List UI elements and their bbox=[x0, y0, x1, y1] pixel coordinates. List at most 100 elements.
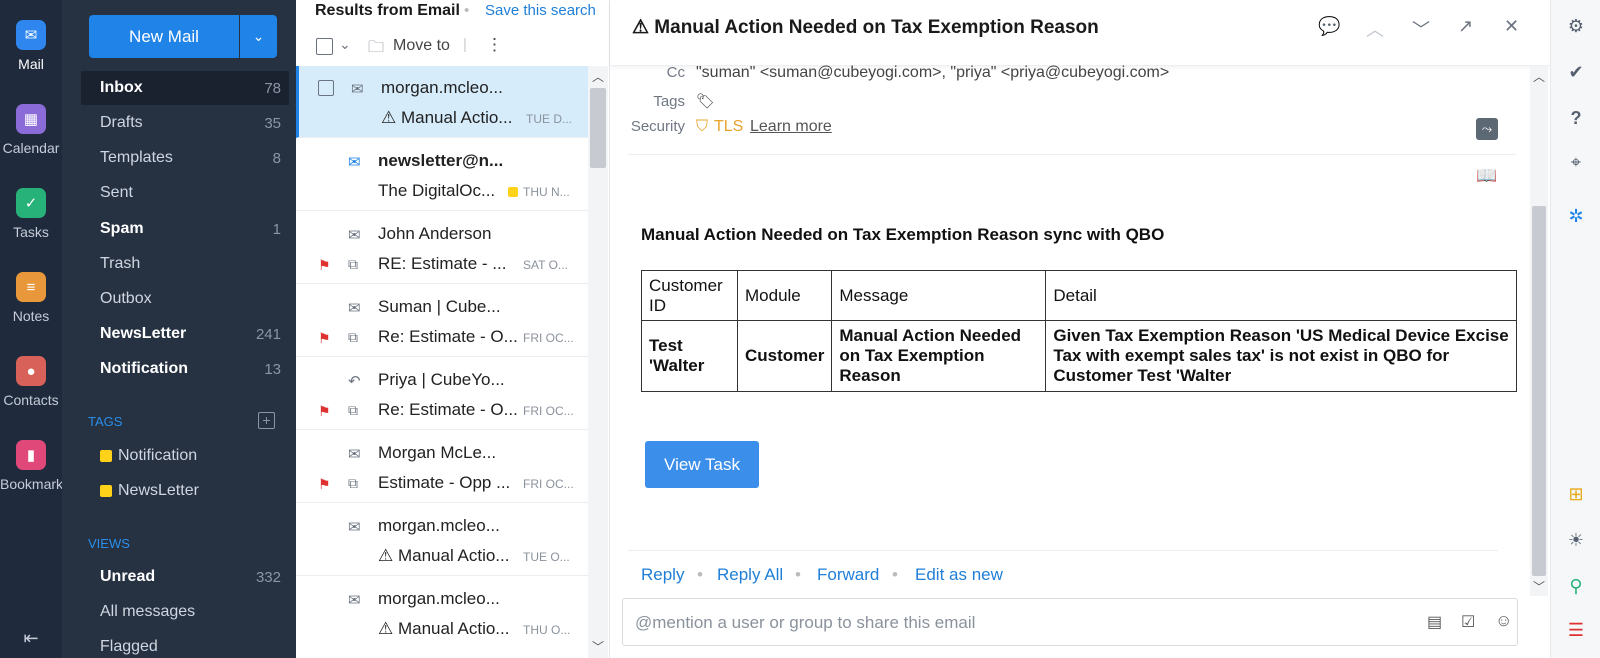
previous-icon[interactable]: ︿ bbox=[1366, 16, 1384, 42]
folder-label: Spam bbox=[100, 220, 144, 237]
separator-dot: • bbox=[464, 2, 470, 19]
emoji-icon[interactable]: ☺ bbox=[1495, 611, 1512, 631]
list-item[interactable]: ✉ morgan.mcleo... ⚠ Manual Actio... THU … bbox=[296, 577, 588, 649]
scroll-thumb[interactable] bbox=[590, 88, 606, 168]
folder-count: 241 bbox=[255, 325, 281, 343]
task-icon[interactable]: ☑ bbox=[1461, 612, 1475, 632]
cursor-icon[interactable]: ⌖ bbox=[1551, 152, 1600, 173]
tag-label: Notification bbox=[118, 447, 198, 464]
share-icon[interactable]: ⤳ bbox=[1476, 118, 1498, 140]
view-task-button[interactable]: View Task bbox=[645, 441, 759, 488]
next-icon[interactable]: ﹀ bbox=[1412, 16, 1430, 42]
tasks-icon: ✓ bbox=[16, 188, 46, 218]
reader-mode-icon[interactable]: 📖 bbox=[1476, 166, 1497, 186]
scroll-thumb[interactable] bbox=[1532, 206, 1546, 576]
popout-icon[interactable]: ↗ bbox=[1458, 16, 1473, 37]
scroll-down-icon[interactable]: ﹀ bbox=[592, 638, 604, 655]
template-icon[interactable]: ▤ bbox=[1427, 612, 1442, 632]
list-item[interactable]: ✉ Morgan McLe... ⚑ ⧉ Estimate - Opp ... … bbox=[296, 431, 588, 503]
folder-newsletter[interactable]: NewsLetter 241 bbox=[81, 317, 289, 351]
table-header: Module bbox=[736, 270, 833, 321]
rail-bookmarks[interactable]: ▮ Bookmarks bbox=[0, 440, 70, 492]
move-to-button[interactable]: Move to bbox=[393, 37, 450, 55]
subject: Re: Estimate - O... bbox=[378, 400, 518, 419]
folder-spam[interactable]: Spam 1 bbox=[81, 212, 289, 246]
cc-label: Cc bbox=[666, 64, 685, 81]
check-mark-icon[interactable]: ✔ bbox=[1551, 62, 1600, 83]
plugin-icon[interactable]: ⚲ bbox=[1551, 576, 1600, 597]
add-tag-icon[interactable]: + bbox=[258, 412, 275, 429]
view-all-messages[interactable]: All messages bbox=[81, 595, 289, 629]
sticky-note-icon[interactable]: ⊞ bbox=[1551, 484, 1600, 505]
tags-section-label: TAGS bbox=[88, 414, 123, 429]
notes-icon: ≡ bbox=[16, 272, 46, 302]
folder-outbox[interactable]: Outbox bbox=[81, 282, 289, 316]
table-cell: Test 'Walter bbox=[641, 320, 738, 392]
list-item[interactable]: ✉ morgan.mcleo... ⚠ Manual Actio... TUE … bbox=[296, 66, 588, 138]
more-options-icon[interactable]: ⋮ bbox=[486, 35, 503, 55]
tag-icon[interactable]: 🏷 bbox=[696, 92, 715, 110]
cc-value[interactable]: "suman" <suman@cubeyogi.com>, "priya" <p… bbox=[696, 64, 1169, 82]
folder-notification[interactable]: Notification 13 bbox=[81, 352, 289, 386]
feedback-icon[interactable]: ☰ bbox=[1551, 620, 1600, 641]
select-all-checkbox[interactable] bbox=[316, 38, 333, 55]
list-item[interactable]: ↶ Priya | CubeYo... ⚑ ⧉ Re: Estimate - O… bbox=[296, 358, 588, 430]
list-scrollbar[interactable]: ︿ ﹀ bbox=[588, 66, 608, 658]
close-icon[interactable]: ✕ bbox=[1504, 16, 1519, 37]
rail-tasks[interactable]: ✓ Tasks bbox=[0, 188, 62, 240]
ai-assistant-icon[interactable]: ✲ bbox=[1551, 206, 1600, 227]
list-item[interactable]: ✉ morgan.mcleo... ⚠ Manual Actio... TUE … bbox=[296, 504, 588, 576]
flag-icon[interactable]: ⚑ bbox=[318, 476, 331, 493]
table-cell: Customer bbox=[736, 320, 833, 392]
flag-icon[interactable]: ⚑ bbox=[318, 330, 331, 347]
tag-newsletter[interactable]: NewsLetter bbox=[81, 474, 289, 508]
comment-icon[interactable]: 💬 bbox=[1318, 16, 1340, 37]
table-header-row: Customer ID Module Message Detail bbox=[641, 270, 1517, 321]
tag-notification[interactable]: Notification bbox=[81, 439, 289, 473]
list-item[interactable]: ✉ John Anderson ⚑ ⧉ RE: Estimate - ... S… bbox=[296, 212, 588, 284]
share-comment-field[interactable]: @mention a user or group to share this e… bbox=[622, 598, 1518, 646]
list-item[interactable]: ✉ Suman | Cube... ⚑ ⧉ Re: Estimate - O..… bbox=[296, 285, 588, 357]
rail-notes[interactable]: ≡ Notes bbox=[0, 272, 62, 324]
reading-pane: ⚠ Manual Action Needed on Tax Exemption … bbox=[610, 0, 1550, 658]
rail-contacts[interactable]: ● Contacts bbox=[0, 356, 62, 408]
select-dropdown-chevron-icon[interactable]: ⌄ bbox=[339, 36, 351, 53]
sender: Morgan McLe... bbox=[378, 443, 497, 462]
reply-all-link[interactable]: Reply All bbox=[717, 565, 783, 585]
reply-link[interactable]: Reply bbox=[641, 565, 684, 585]
view-flagged[interactable]: Flagged bbox=[81, 630, 289, 658]
view-unread[interactable]: Unread 332 bbox=[81, 560, 289, 594]
edit-as-new-link[interactable]: Edit as new bbox=[915, 565, 1003, 585]
theme-icon[interactable]: ☀ bbox=[1551, 530, 1600, 551]
scroll-up-icon[interactable]: ︿ bbox=[592, 68, 604, 85]
flag-icon[interactable]: ⚑ bbox=[318, 403, 331, 420]
new-mail-button[interactable]: New Mail bbox=[89, 15, 239, 58]
thread-icon: ⧉ bbox=[348, 256, 358, 272]
folder-templates[interactable]: Templates 8 bbox=[81, 141, 289, 175]
tag-color-icon bbox=[508, 187, 518, 197]
learn-more-link[interactable]: Learn more bbox=[750, 118, 832, 136]
list-item[interactable]: ✉ newsletter@n... The DigitalOc... THU N… bbox=[296, 139, 588, 211]
help-icon[interactable]: ? bbox=[1551, 108, 1600, 129]
rail-calendar[interactable]: ▦ Calendar bbox=[0, 104, 62, 156]
separator-dot: • bbox=[697, 565, 703, 584]
folder-inbox[interactable]: Inbox 78 bbox=[81, 71, 289, 105]
new-mail-dropdown[interactable]: ⌄ bbox=[240, 15, 277, 58]
folder-label: Trash bbox=[100, 255, 141, 272]
security-value: TLS bbox=[714, 118, 744, 135]
flag-icon[interactable]: ⚑ bbox=[318, 257, 331, 274]
folder-label: NewsLetter bbox=[100, 325, 187, 342]
folder-drafts[interactable]: Drafts 35 bbox=[81, 106, 289, 140]
folder-sent[interactable]: Sent bbox=[81, 176, 289, 210]
collapse-icon[interactable]: ⇤ bbox=[0, 628, 62, 649]
save-search-link[interactable]: Save this search bbox=[485, 2, 596, 19]
view-label: All messages bbox=[100, 603, 196, 620]
scroll-up-icon[interactable]: ︿ bbox=[1533, 68, 1545, 85]
settings-icon[interactable]: ⚙ bbox=[1551, 16, 1600, 37]
folder-trash[interactable]: Trash bbox=[81, 247, 289, 281]
reader-scrollbar[interactable]: ︿ ﹀ bbox=[1530, 66, 1548, 596]
forward-link[interactable]: Forward bbox=[817, 565, 879, 585]
rail-mail[interactable]: ✉ Mail bbox=[0, 20, 62, 72]
row-checkbox[interactable] bbox=[318, 80, 334, 96]
scroll-down-icon[interactable]: ﹀ bbox=[1533, 578, 1545, 595]
